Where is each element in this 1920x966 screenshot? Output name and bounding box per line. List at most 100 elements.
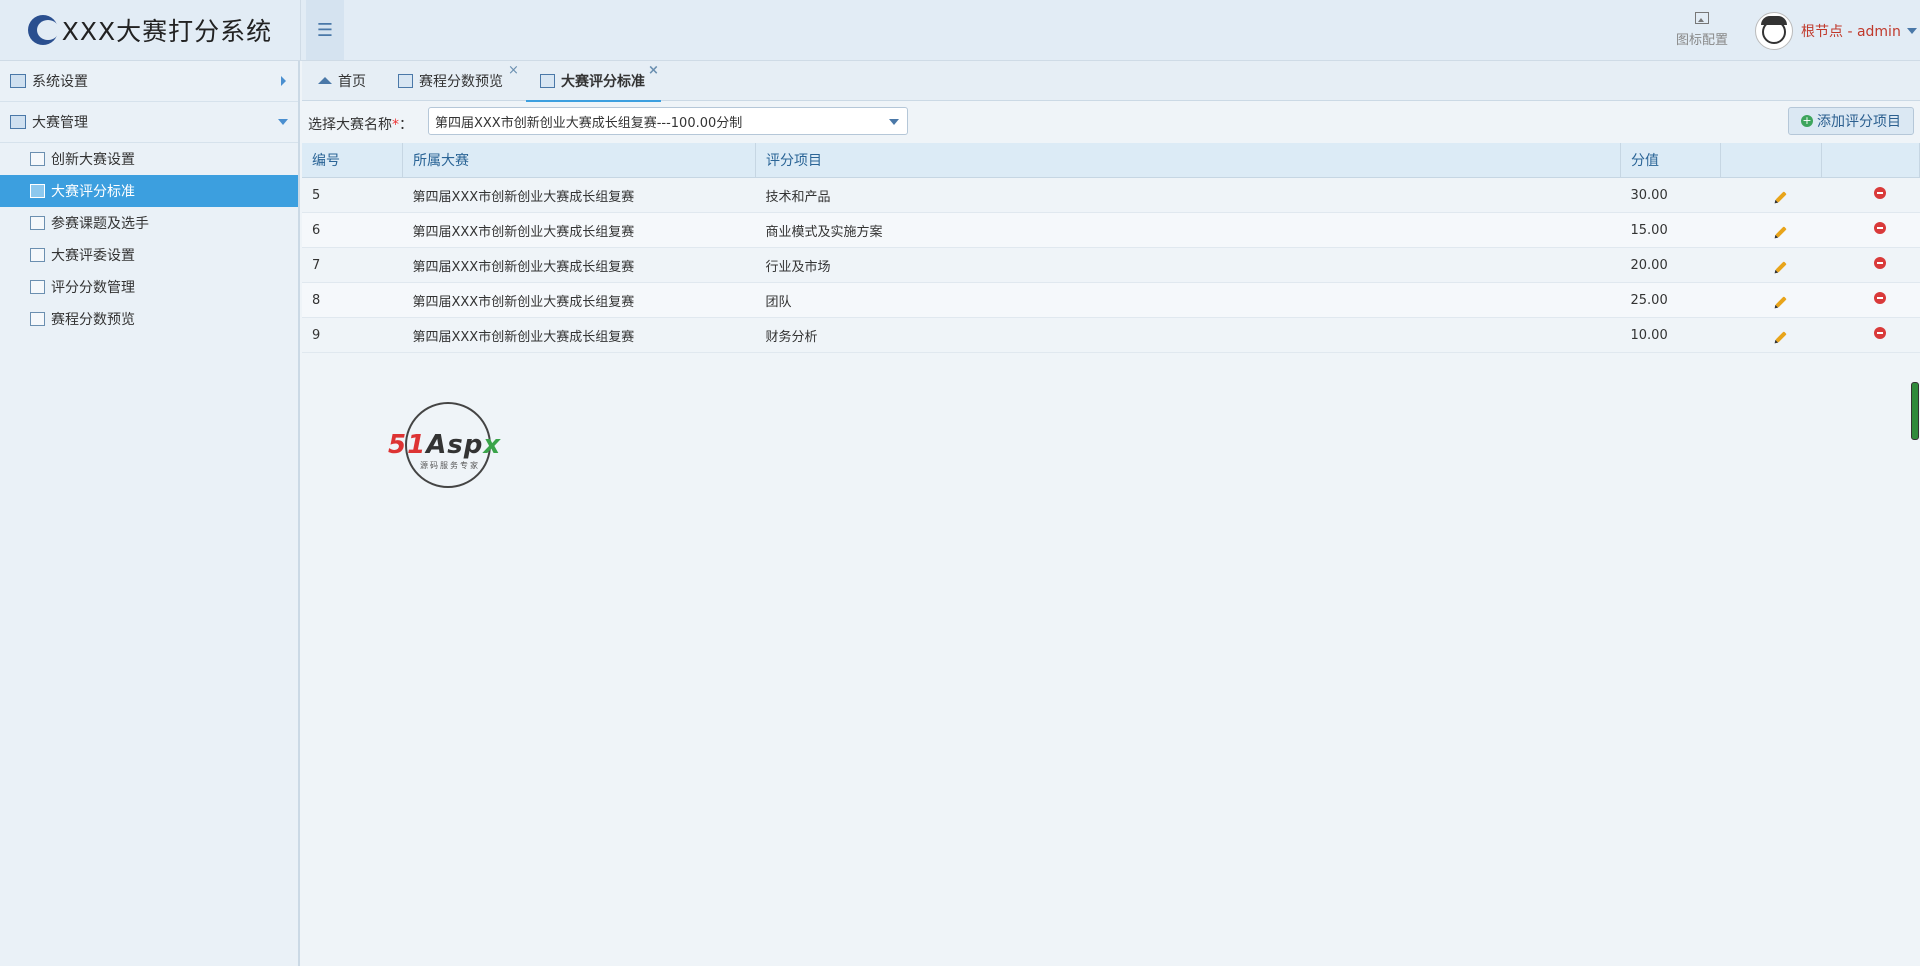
close-icon[interactable]: × [648, 63, 659, 78]
user-menu[interactable]: 根节点 - admin [1755, 12, 1917, 50]
cell-id: 7 [302, 247, 403, 283]
cell-id: 6 [302, 212, 403, 248]
app-title: XXX大赛打分系统 [61, 17, 273, 46]
icon-config-button[interactable]: 图标配置 [1672, 12, 1732, 48]
sidebar-item-label: 大赛评委设置 [51, 248, 135, 264]
app-logo[interactable]: XXX大赛打分系统 [0, 0, 301, 60]
cell-id: 5 [302, 177, 403, 213]
tab-label: 大赛评分标准 [561, 73, 645, 90]
tab-bar: 首页 赛程分数预览 × 大赛评分标准 × [302, 61, 1920, 102]
sidebar-item-label: 参赛课题及选手 [51, 216, 149, 232]
window-icon [540, 73, 555, 88]
pencil-icon[interactable] [1774, 330, 1787, 343]
settings-icon [10, 74, 26, 88]
filter-toolbar: 选择大赛名称*： 第四届XXX市创新创业大赛成长组复赛---100.00分制 +… [302, 101, 1920, 144]
sidebar-item-scoring-criteria[interactable]: 大赛评分标准 [0, 175, 298, 207]
pencil-icon[interactable] [1774, 225, 1787, 238]
sidebar-group-contest-management[interactable]: 大赛管理 [0, 102, 298, 143]
cell-contest: 第四届XXX市创新创业大赛成长组复赛 [402, 212, 756, 248]
pencil-icon[interactable] [1774, 190, 1787, 203]
icon-config-label: 图标配置 [1675, 33, 1728, 48]
delete-icon[interactable] [1873, 292, 1886, 304]
cell-score: 30.00 [1620, 177, 1721, 213]
chevron-down-icon [278, 119, 288, 125]
tab-scoring-criteria[interactable]: 大赛评分标准 × [526, 61, 661, 102]
sidebar-item-label: 评分分数管理 [51, 280, 135, 296]
scoring-criteria-table: 编号 所属大赛 评分项目 分值 5 第四届XXX市创新创业大赛成长组复赛 技术和… [302, 143, 1920, 353]
preview-icon [398, 73, 413, 88]
sidebar-group-label: 大赛管理 [32, 115, 88, 131]
column-header-id[interactable]: 编号 [302, 143, 403, 178]
table-row: 5 第四届XXX市创新创业大赛成长组复赛 技术和产品 30.00 [302, 177, 1920, 213]
tab-score-preview[interactable]: 赛程分数预览 × [398, 61, 519, 100]
table-row: 8 第四届XXX市创新创业大赛成长组复赛 团队 25.00 [302, 282, 1920, 318]
table-row: 6 第四届XXX市创新创业大赛成长组复赛 商业模式及实施方案 15.00 [302, 212, 1920, 248]
table-header-row: 编号 所属大赛 评分项目 分值 [302, 143, 1920, 178]
menu-collapse-icon: ☰ [316, 19, 334, 41]
image-icon [1695, 12, 1709, 24]
logo-icon [27, 15, 59, 45]
table-row: 9 第四届XXX市创新创业大赛成长组复赛 财务分析 10.00 [302, 317, 1920, 353]
sidebar: 系统设置 大赛管理 创新大赛设置 大赛评分标准 参赛课题及选手 大赛评委设置 评… [0, 61, 300, 966]
pencil-icon[interactable] [1774, 260, 1787, 273]
chevron-right-icon [281, 76, 286, 86]
sidebar-toggle-button[interactable]: ☰ [306, 0, 344, 60]
pencil-icon[interactable] [1774, 295, 1787, 308]
sidebar-item-score-preview[interactable]: 赛程分数预览 [0, 303, 298, 335]
close-icon[interactable]: × [508, 63, 519, 78]
avatar [1755, 12, 1793, 50]
sidebar-item-score-management[interactable]: 评分分数管理 [0, 271, 298, 303]
table-row: 7 第四届XXX市创新创业大赛成长组复赛 行业及市场 20.00 [302, 247, 1920, 283]
top-header: XXX大赛打分系统 ☰ 图标配置 根节点 - admin [0, 0, 1920, 61]
column-header-score[interactable]: 分值 [1620, 143, 1721, 178]
cell-contest: 第四届XXX市创新创业大赛成长组复赛 [402, 317, 756, 353]
sidebar-group-label: 系统设置 [32, 74, 88, 90]
add-icon: + [1801, 114, 1813, 127]
tab-label: 赛程分数预览 [419, 73, 503, 90]
delete-icon[interactable] [1873, 257, 1886, 269]
cell-score: 10.00 [1620, 317, 1721, 353]
tab-home[interactable]: 首页 [318, 61, 366, 100]
cell-contest: 第四届XXX市创新创业大赛成长组复赛 [402, 177, 756, 213]
add-scoring-item-button[interactable]: + 添加评分项目 [1788, 107, 1914, 135]
watermark-tagline: 源码服务专家 [420, 461, 480, 470]
cell-score: 20.00 [1620, 247, 1721, 283]
contest-select[interactable]: 第四届XXX市创新创业大赛成长组复赛---100.00分制 [428, 107, 908, 135]
delete-icon[interactable] [1873, 222, 1886, 234]
add-button-label: 添加评分项目 [1817, 114, 1901, 130]
cell-score: 25.00 [1620, 282, 1721, 318]
column-header-delete [1821, 143, 1920, 178]
sidebar-group-system-settings[interactable]: 系统设置 [0, 61, 298, 102]
column-header-contest[interactable]: 所属大赛 [402, 143, 756, 178]
watermark-brand: 51Aspx [388, 430, 502, 460]
folder-icon [10, 115, 26, 129]
cell-item: 团队 [755, 282, 1621, 318]
delete-icon[interactable] [1873, 187, 1886, 199]
delete-icon[interactable] [1873, 327, 1886, 339]
user-icon [30, 216, 45, 230]
sidebar-item-contest-setup[interactable]: 创新大赛设置 [0, 143, 298, 175]
user-name[interactable]: 根节点 - admin [1801, 21, 1901, 41]
cell-contest: 第四届XXX市创新创业大赛成长组复赛 [402, 282, 756, 318]
cell-item: 商业模式及实施方案 [755, 212, 1621, 248]
cell-item: 行业及市场 [755, 247, 1621, 283]
sidebar-item-label: 创新大赛设置 [51, 152, 135, 168]
tab-label: 首页 [338, 73, 366, 90]
cell-id: 9 [302, 317, 403, 353]
preview-icon [30, 312, 45, 326]
judge-icon [30, 248, 45, 262]
home-icon [318, 77, 332, 84]
cell-id: 8 [302, 282, 403, 318]
sidebar-item-label: 大赛评分标准 [51, 184, 135, 200]
sidebar-item-judges-setup[interactable]: 大赛评委设置 [0, 239, 298, 271]
window-icon [30, 184, 45, 198]
sidebar-item-topics-and-players[interactable]: 参赛课题及选手 [0, 207, 298, 239]
cell-item: 财务分析 [755, 317, 1621, 353]
cell-score: 15.00 [1620, 212, 1721, 248]
column-header-item[interactable]: 评分项目 [755, 143, 1621, 178]
chevron-down-icon[interactable] [1906, 28, 1917, 34]
cell-item: 技术和产品 [755, 177, 1621, 213]
scrollbar-thumb[interactable] [1911, 382, 1919, 440]
chevron-down-icon[interactable] [889, 119, 899, 125]
contest-select-label: 选择大赛名称*： [308, 117, 413, 133]
